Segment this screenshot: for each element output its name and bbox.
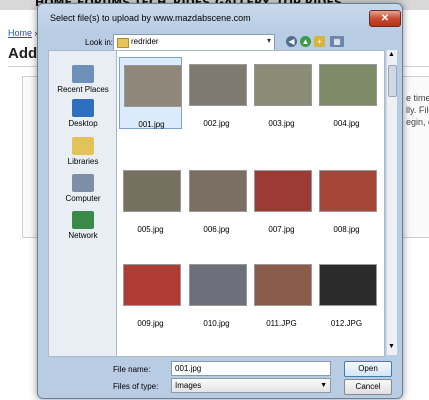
place-libraries[interactable]: Libraries bbox=[49, 137, 117, 166]
file-item-011[interactable]: 011.JPG bbox=[250, 257, 313, 356]
scroll-down-icon[interactable]: ▼ bbox=[388, 343, 395, 350]
place-computer[interactable]: Computer bbox=[49, 174, 117, 203]
background-text-line: lly. File bbox=[406, 105, 429, 115]
file-name-label: 009.jpg bbox=[137, 319, 164, 328]
file-thumbnail bbox=[189, 264, 247, 306]
place-label: Network bbox=[68, 231, 98, 240]
file-item-002[interactable]: 002.jpg bbox=[185, 57, 248, 157]
file-name-label: 006.jpg bbox=[203, 225, 230, 234]
file-name-label: 010.jpg bbox=[203, 319, 230, 328]
chevron-down-icon: ▼ bbox=[320, 382, 327, 389]
file-name-label: 002.jpg bbox=[203, 119, 230, 128]
file-upload-dialog: Select file(s) to upload by www.mazdabsc… bbox=[37, 3, 403, 399]
file-thumbnail bbox=[254, 64, 312, 106]
file-name-label: 001.jpg bbox=[138, 120, 165, 129]
up-folder-icon[interactable]: ▲ bbox=[300, 36, 311, 47]
scroll-up-icon[interactable]: ▲ bbox=[388, 51, 395, 58]
file-thumbnail bbox=[124, 65, 182, 107]
network-icon bbox=[72, 211, 94, 229]
file-name-input[interactable]: 001.jpg bbox=[171, 361, 331, 376]
file-thumbnail bbox=[189, 64, 247, 106]
file-item-003[interactable]: 003.jpg bbox=[250, 57, 313, 157]
place-label: Desktop bbox=[68, 119, 98, 128]
place-label: Libraries bbox=[67, 157, 99, 166]
file-name-label: File name: bbox=[113, 365, 151, 374]
scrollbar-thumb[interactable] bbox=[388, 65, 397, 97]
recent-places-icon bbox=[72, 65, 94, 83]
chevron-down-icon: ▾ bbox=[266, 36, 271, 45]
file-thumbnail bbox=[319, 64, 377, 106]
file-item-008[interactable]: 008.jpg bbox=[315, 163, 378, 263]
file-name-label: 007.jpg bbox=[268, 225, 295, 234]
file-thumbnail bbox=[189, 170, 247, 212]
file-item-012[interactable]: 012.JPG bbox=[315, 257, 378, 356]
computer-icon bbox=[72, 174, 94, 192]
file-name-label: 012.JPG bbox=[330, 319, 363, 328]
breadcrumb-home-link[interactable]: Home bbox=[8, 28, 32, 38]
file-name-label: 008.jpg bbox=[333, 225, 360, 234]
file-name-label: 005.jpg bbox=[137, 225, 164, 234]
file-thumbnail bbox=[123, 170, 181, 212]
place-network[interactable]: Network bbox=[49, 211, 117, 240]
file-list-scrollbar[interactable]: ▲ ▼ bbox=[386, 50, 397, 355]
open-button[interactable]: Open bbox=[344, 361, 392, 377]
background-text-line: e time. bbox=[406, 93, 429, 103]
files-of-type-value: Images bbox=[175, 381, 202, 390]
libraries-icon bbox=[72, 137, 94, 155]
cancel-button[interactable]: Cancel bbox=[344, 379, 392, 395]
file-item-005[interactable]: 005.jpg bbox=[119, 163, 182, 263]
desktop-icon bbox=[72, 99, 94, 117]
look-in-label: Look in: bbox=[85, 38, 114, 47]
close-button[interactable]: ✕ bbox=[369, 10, 401, 27]
folder-icon bbox=[117, 38, 129, 48]
place-recent-places[interactable]: Recent Places bbox=[49, 65, 117, 94]
file-item-007[interactable]: 007.jpg bbox=[250, 163, 313, 263]
place-label: Computer bbox=[65, 194, 101, 203]
places-bar: Recent Places Desktop Libraries Computer… bbox=[48, 50, 118, 357]
file-name-label: 004.jpg bbox=[333, 119, 360, 128]
files-of-type-label: Files of type: bbox=[113, 382, 159, 391]
new-folder-icon[interactable]: + bbox=[314, 36, 325, 47]
look-in-value: redrider bbox=[131, 37, 159, 46]
file-list: 001.jpg 002.jpg 003.jpg 004.jpg 005.jpg … bbox=[116, 50, 385, 357]
view-menu-icon[interactable]: ▦ bbox=[330, 36, 344, 47]
place-label: Recent Places bbox=[57, 85, 109, 94]
file-name-label: 003.jpg bbox=[268, 119, 295, 128]
file-thumbnail bbox=[319, 170, 377, 212]
look-in-dropdown[interactable]: redrider ▾ bbox=[113, 34, 275, 51]
file-thumbnail bbox=[254, 170, 312, 212]
file-thumbnail bbox=[123, 264, 181, 306]
files-of-type-select[interactable]: Images ▼ bbox=[171, 378, 331, 393]
file-item-004[interactable]: 004.jpg bbox=[315, 57, 378, 157]
background-text-line: egin, c bbox=[406, 117, 429, 127]
file-name-label: 011.JPG bbox=[266, 319, 297, 328]
back-icon[interactable]: ◀ bbox=[286, 36, 297, 47]
file-thumbnail bbox=[254, 264, 312, 306]
file-item-006[interactable]: 006.jpg bbox=[185, 163, 248, 263]
file-item-001[interactable]: 001.jpg bbox=[119, 57, 182, 129]
file-thumbnail bbox=[319, 264, 377, 306]
place-desktop[interactable]: Desktop bbox=[49, 99, 117, 128]
file-item-009[interactable]: 009.jpg bbox=[119, 257, 182, 356]
file-item-010[interactable]: 010.jpg bbox=[185, 257, 248, 356]
dialog-title: Select file(s) to upload by www.mazdabsc… bbox=[50, 13, 251, 23]
